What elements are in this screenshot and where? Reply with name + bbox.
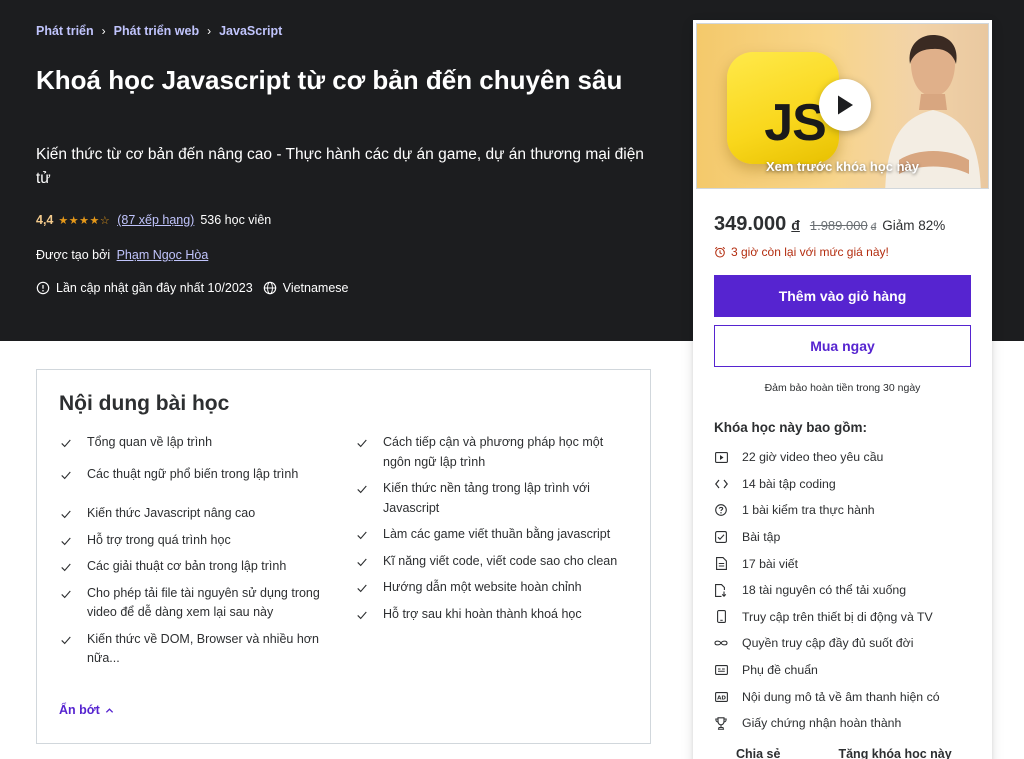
course-title: Khoá học Javascript từ cơ bản đến chuyên… [36, 65, 623, 95]
list-item: Hỗ trợ sau khi hoàn thành khoá học [355, 605, 625, 625]
discount-badge: Giảm 82% [882, 218, 946, 233]
list-item: Tổng quan về lập trình [59, 433, 329, 453]
quiz-icon [714, 504, 728, 517]
list-item: 1 bài kiểm tra thực hành [714, 497, 974, 524]
last-updated: Lần cập nhật gần đây nhất 10/2023 [56, 281, 253, 295]
trophy-icon [714, 716, 728, 730]
rating-count-link[interactable]: (87 xếp hạng) [117, 213, 194, 227]
created-by-label: Được tạo bởi [36, 248, 111, 262]
chevron-right-icon: › [207, 24, 212, 38]
gift-course-button[interactable]: Tặng khóa học này [838, 747, 951, 759]
list-item: Quyền truy cập đầy đủ suốt đời [714, 630, 974, 657]
closed-caption-icon [714, 665, 728, 675]
show-less-button[interactable]: Ẩn bớt [59, 703, 114, 717]
what-you-learn-box: Nội dung bài học Tổng quan về lập trình … [36, 369, 651, 744]
list-item: Giấy chứng nhận hoàn thành [714, 710, 974, 737]
list-item: Kĩ năng viết code, viết code sao cho cle… [355, 552, 625, 572]
share-button[interactable]: Chia sẻ [736, 747, 780, 759]
purchase-sidebar: JS Xem trước khóa học này 349.000 đ 1.98… [693, 20, 992, 759]
mobile-icon [714, 610, 728, 624]
add-to-cart-button[interactable]: Thêm vào giỏ hàng [714, 275, 971, 317]
check-icon [357, 439, 367, 448]
play-icon [838, 95, 853, 115]
video-icon [714, 451, 728, 463]
assignment-icon [714, 531, 728, 544]
currency-symbol: đ [791, 217, 800, 233]
learn-list-right: Cách tiếp cận và phương pháp học một ngô… [355, 433, 625, 631]
alarm-clock-icon [714, 246, 726, 258]
list-item: Hỗ trợ trong quá trình học [59, 531, 329, 551]
list-item: 17 bài viết [714, 550, 974, 577]
list-item: Truy cập trên thiết bị di động và TV [714, 604, 974, 631]
list-item: 18 tài nguyên có thể tải xuống [714, 577, 974, 604]
course-meta: Lần cập nhật gần đây nhất 10/2023 Vietna… [36, 281, 349, 295]
chevron-right-icon: › [101, 24, 106, 38]
preview-label: Xem trước khóa học này [765, 159, 920, 174]
check-icon [61, 537, 71, 545]
rating-value: 4,4 [36, 213, 54, 227]
check-icon [357, 611, 367, 619]
buy-now-button[interactable]: Mua ngay [714, 325, 971, 367]
svg-text:AD: AD [717, 695, 726, 701]
breadcrumb-item-web-development[interactable]: Phát triển web [114, 24, 199, 38]
globe-icon [263, 281, 276, 295]
check-icon [61, 510, 71, 519]
student-count: 536 học viên [200, 213, 272, 227]
show-less-label: Ẩn bớt [59, 703, 100, 717]
price-row: 349.000 đ 1.989.000 đ Giảm 82% [714, 213, 945, 236]
breadcrumb-item-javascript[interactable]: JavaScript [219, 24, 282, 38]
list-item: 14 bài tập coding [714, 471, 974, 498]
check-icon [357, 485, 367, 494]
original-currency: đ [870, 222, 877, 233]
list-item: Làm các game viết thuần bằng javascript [355, 525, 625, 545]
list-item: Hướng dẫn một website hoàn chỉnh [355, 578, 625, 598]
check-icon [61, 439, 71, 448]
original-price: 1.989.000 [809, 218, 868, 233]
list-item: Kiến thức về DOM, Browser và nhiều hơn n… [59, 630, 329, 669]
infinity-icon [714, 639, 728, 647]
list-item: Các thuật ngữ phổ biến trong lập trình [59, 465, 329, 485]
rating-row: 4,4 ★★★★☆ (87 xếp hạng) 536 học viên [36, 213, 271, 227]
breadcrumb: Phát triển › Phát triển web › JavaScript [36, 24, 282, 38]
check-icon [61, 563, 71, 572]
countdown-text: 3 giờ còn lại với mức giá này! [731, 245, 889, 259]
course-language: Vietnamese [282, 281, 349, 295]
breadcrumb-item-development[interactable]: Phát triển [36, 24, 94, 38]
chevron-up-icon [105, 707, 113, 713]
money-back-guarantee: Đảm bảo hoàn tiền trong 30 ngày [764, 382, 921, 394]
learn-title: Nội dung bài học [59, 392, 230, 415]
created-by: Được tạo bởi Phạm Ngọc Hòa [36, 248, 208, 262]
check-icon [61, 471, 71, 479]
list-item: Bài tập [714, 524, 974, 551]
instructor-link[interactable]: Phạm Ngọc Hòa [117, 248, 209, 262]
list-item: 22 giờ video theo yêu cầu [714, 444, 974, 471]
download-file-icon [714, 583, 728, 597]
check-icon [61, 636, 71, 644]
check-icon [357, 531, 367, 540]
play-button[interactable] [819, 79, 871, 131]
list-item: Cách tiếp cận và phương pháp học một ngô… [355, 433, 625, 472]
alert-circle-icon [36, 281, 50, 295]
course-subtitle: Kiến thức từ cơ bản đến nâng cao - Thực … [36, 146, 644, 187]
price-countdown: 3 giờ còn lại với mức giá này! [714, 245, 889, 259]
current-price: 349.000 [714, 213, 787, 235]
rating-stars-icon: ★★★★☆ [58, 214, 111, 227]
learn-list-left: Tổng quan về lập trình Các thuật ngữ phổ… [59, 433, 329, 676]
includes-list: 22 giờ video theo yêu cầu 14 bài tập cod… [714, 444, 974, 737]
article-icon [714, 557, 728, 571]
check-icon [61, 590, 71, 598]
list-item: Cho phép tải file tài nguyên sử dụng tro… [59, 584, 329, 623]
code-icon [714, 479, 728, 489]
list-item: AD Nội dung mô tả về âm thanh hiện có [714, 683, 974, 710]
includes-title: Khóa học này bao gồm: [714, 420, 868, 435]
list-item: Kiến thức Javascript nâng cao [59, 504, 329, 524]
share-gift-row: Chia sẻ Tặng khóa học này [694, 747, 991, 759]
check-icon [357, 558, 367, 566]
list-item: Kiến thức nền tảng trong lập trình với J… [355, 479, 625, 518]
list-item: Các giải thuật cơ bản trong lập trình [59, 557, 329, 577]
audio-description-icon: AD [714, 691, 728, 702]
course-preview-video[interactable]: JS Xem trước khóa học này [696, 23, 989, 189]
list-item: Phụ đề chuẩn [714, 657, 974, 684]
check-icon [357, 584, 367, 593]
